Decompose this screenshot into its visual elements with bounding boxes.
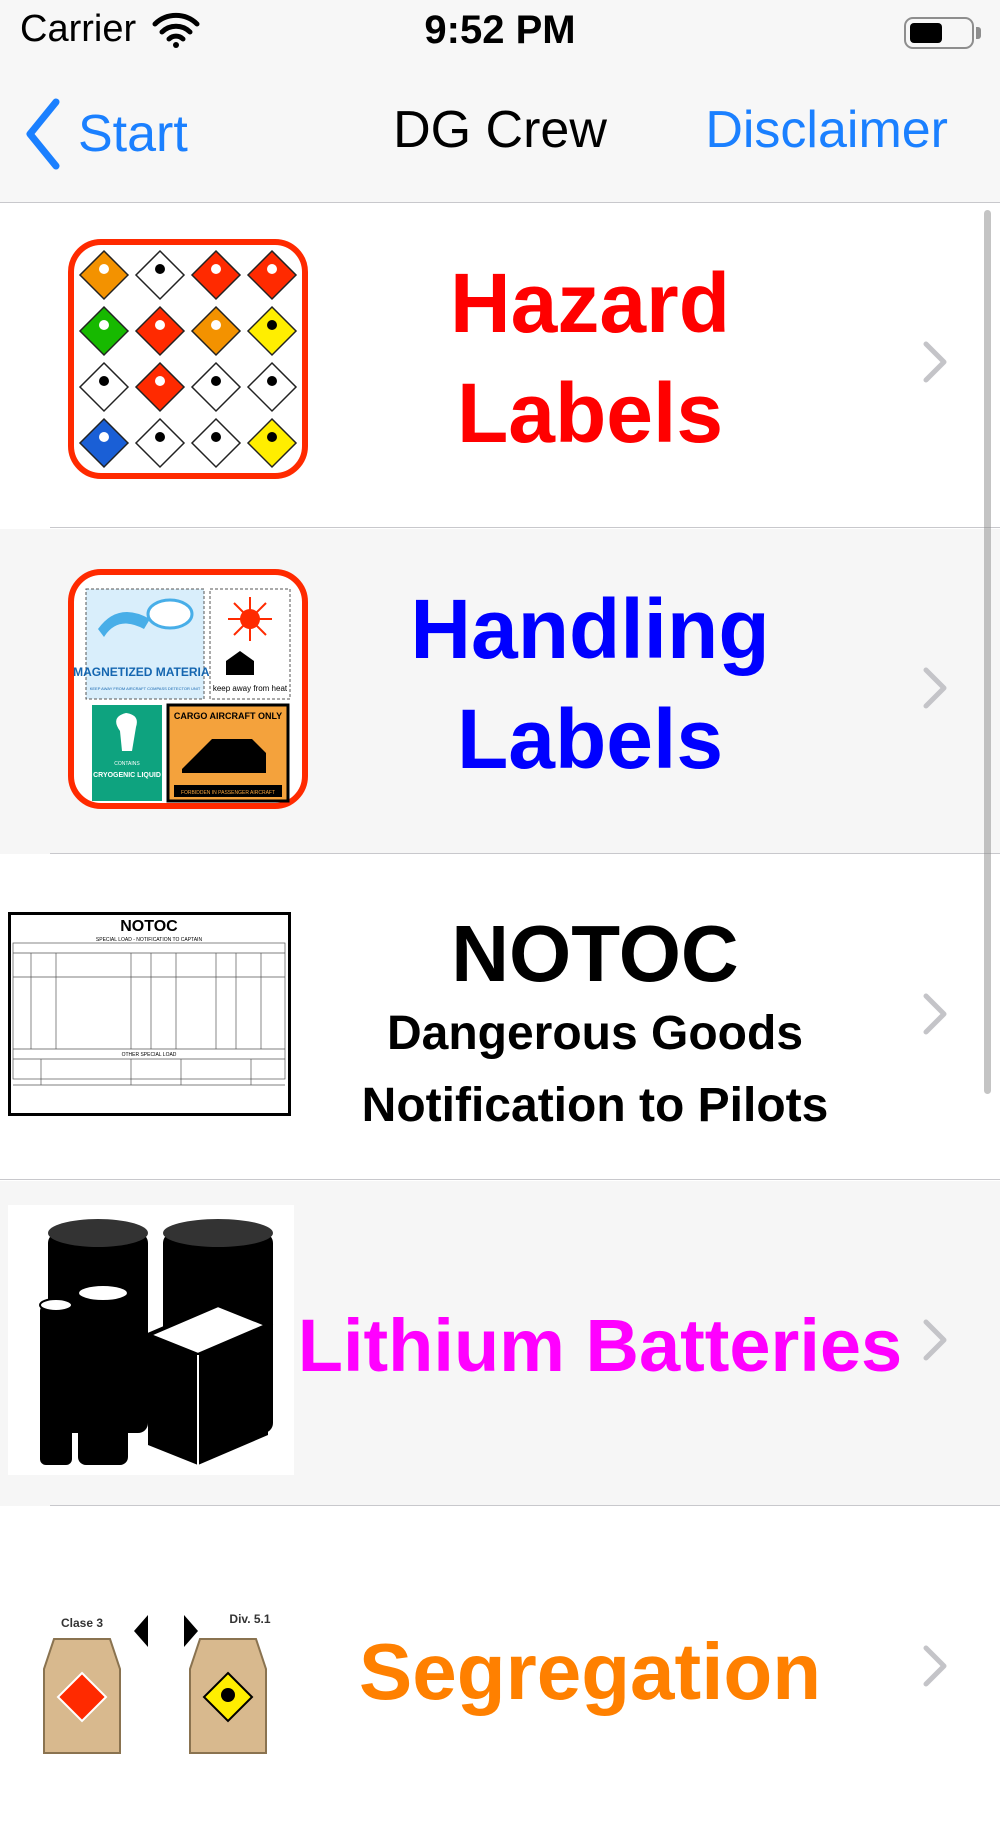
hazard-symbol xyxy=(267,264,277,274)
heat-label-text: keep away from heat xyxy=(213,684,288,693)
hazard-symbol xyxy=(155,376,165,386)
scrollbar[interactable] xyxy=(984,210,991,1094)
handling-line1: Handling xyxy=(410,582,770,676)
chevron-right-icon xyxy=(923,993,947,1035)
notoc-doc-mid: OTHER SPECIAL LOAD xyxy=(122,1052,177,1058)
lithium-title: Lithium Batteries xyxy=(297,1304,903,1387)
hazard-line2: Labels xyxy=(456,366,724,460)
magnet-label-sub: KEEP AWAY FROM AIRCRAFT COMPASS DETECTOR… xyxy=(90,686,201,691)
chevron-right-icon xyxy=(923,667,947,709)
hazard-labels-title: Hazard Labels xyxy=(290,243,890,463)
notoc-line2: Notification to Pilots xyxy=(361,1079,829,1132)
hazard-symbol xyxy=(155,432,165,442)
hazard-symbol xyxy=(99,376,109,386)
handling-labels-title: Handling Labels xyxy=(290,569,890,789)
status-bar: Carrier 9:52 PM xyxy=(0,0,1000,66)
arrow-right-icon xyxy=(184,1615,198,1647)
row-separator xyxy=(50,853,1000,854)
segregation-title: Segregation xyxy=(358,1627,822,1716)
list-item-hazard-labels[interactable]: Hazard Labels xyxy=(0,203,1000,528)
notoc-title-block: NOTOC Dangerous Goods Notification to Pi… xyxy=(300,910,890,1142)
notoc-form-preview: NOTOC SPECIAL LOAD - NOTIFICATION TO CAP… xyxy=(12,918,286,1086)
handling-line2: Labels xyxy=(456,692,724,786)
notoc-line1: Dangerous Goods xyxy=(386,1007,804,1060)
row-separator xyxy=(0,1179,1000,1180)
hazard-symbol xyxy=(155,264,165,274)
list-item-lithium-batteries[interactable]: Lithium Batteries xyxy=(0,1181,1000,1506)
segregation-right-label: Div. 5.1 xyxy=(229,1612,270,1626)
hazard-symbol xyxy=(99,264,109,274)
hazard-symbol xyxy=(211,264,221,274)
hazard-symbol xyxy=(267,320,277,330)
hazard-symbol xyxy=(211,432,221,442)
segregation-left-label: Clase 3 xyxy=(61,1616,103,1630)
hazard-line1: Hazard xyxy=(449,256,731,350)
list-item-notoc[interactable]: NOTOC SPECIAL LOAD - NOTIFICATION TO CAP… xyxy=(0,855,1000,1180)
hazard-symbol xyxy=(267,432,277,442)
navigation-bar: Start DG Crew Disclaimer xyxy=(0,66,1000,203)
list-item-segregation[interactable]: Clase 3 Div. 5.1 Segregation xyxy=(0,1507,1000,1832)
row-separator xyxy=(50,527,1000,528)
chevron-right-icon xyxy=(923,1645,947,1687)
cargo-label-title: CARGO AIRCRAFT ONLY xyxy=(174,711,282,721)
cryo-label-top: CONTAINS xyxy=(114,761,140,767)
notoc-document-icon: NOTOC SPECIAL LOAD - NOTIFICATION TO CAP… xyxy=(8,912,291,1116)
battery-tip xyxy=(976,27,981,39)
notoc-title: NOTOC xyxy=(451,909,739,998)
arrow-left-icon xyxy=(134,1615,148,1647)
chevron-right-icon xyxy=(923,1319,947,1361)
magnet-label-title: MAGNETIZED MATERIAL xyxy=(73,665,217,679)
disclaimer-button[interactable]: Disclaimer xyxy=(705,100,948,160)
list-item-handling-labels[interactable]: MAGNETIZED MATERIAL KEEP AWAY FROM AIRCR… xyxy=(0,529,1000,854)
chevron-right-icon xyxy=(923,341,947,383)
hazard-symbol xyxy=(99,320,109,330)
hazard-symbol xyxy=(211,320,221,330)
hazard-symbol xyxy=(211,376,221,386)
segregation-icon: Clase 3 Div. 5.1 xyxy=(43,1612,271,1754)
hazard-labels-icon xyxy=(68,239,308,479)
lithium-batteries-icon xyxy=(8,1205,294,1475)
hazard-symbol xyxy=(155,320,165,330)
notoc-doc-subtitle: SPECIAL LOAD - NOTIFICATION TO CAPTAIN xyxy=(96,937,203,943)
cargo-label-sub: FORBIDDEN IN PASSENGER AIRCRAFT xyxy=(181,790,275,796)
hazard-symbol xyxy=(267,376,277,386)
lithium-title-block: Lithium Batteries xyxy=(290,1301,910,1391)
segregation-title-block: Segregation xyxy=(290,1607,890,1737)
hazard-symbol xyxy=(99,432,109,442)
cryo-label-text: CRYOGENIC LIQUID xyxy=(93,772,161,779)
menu-list: Hazard Labels MAGNETIZED MATERIAL KEEP A… xyxy=(0,203,1000,1778)
clock: 9:52 PM xyxy=(424,8,576,52)
row-separator xyxy=(50,1505,1000,1506)
handling-labels-icon: MAGNETIZED MATERIAL KEEP AWAY FROM AIRCR… xyxy=(68,569,308,809)
notoc-doc-title: NOTOC xyxy=(120,918,178,935)
battery-icon xyxy=(904,17,974,49)
